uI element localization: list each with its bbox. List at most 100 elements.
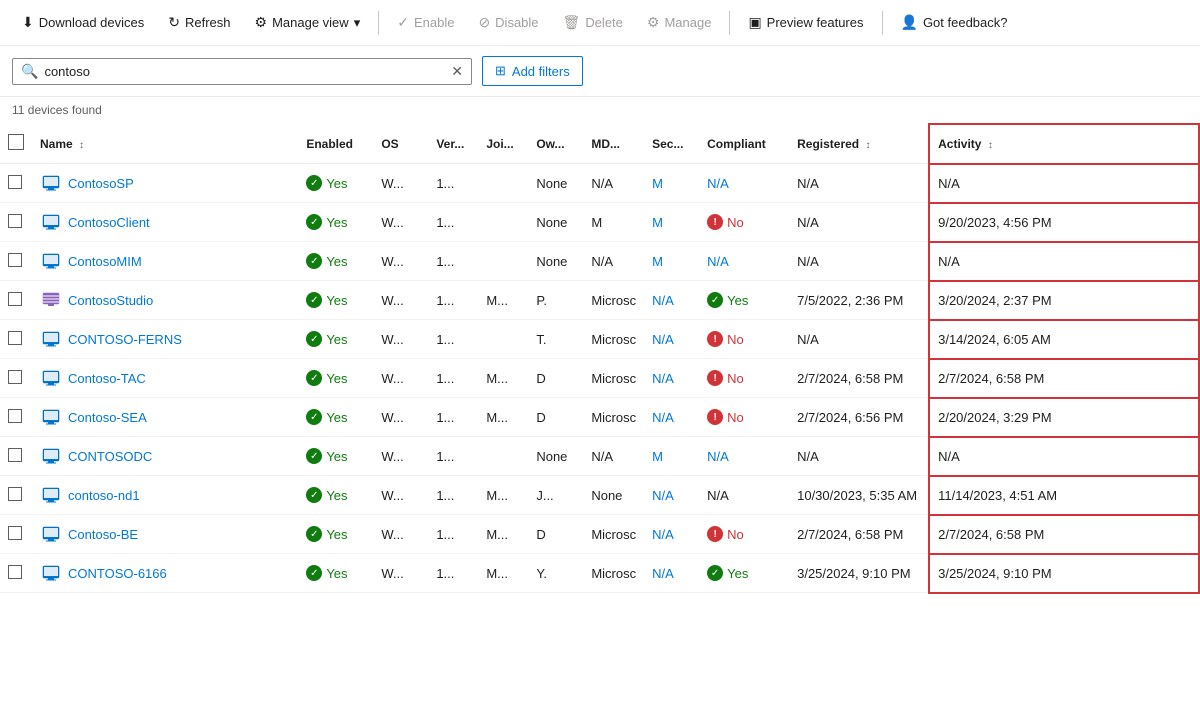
- table-row: CONTOSO-6166 ✓ Yes W... 1... M... Y. Mic…: [0, 554, 1199, 593]
- col-header-activity[interactable]: Activity ↕: [929, 124, 1199, 164]
- disable-button[interactable]: ⊘ Disable: [468, 8, 548, 37]
- compliant-cell: N/A: [699, 242, 789, 281]
- sort-icon-registered: ↕: [865, 140, 870, 151]
- row-checkbox[interactable]: [8, 370, 22, 384]
- device-name-link[interactable]: ContosoMIM: [68, 254, 142, 269]
- row-checkbox-cell: [0, 476, 32, 515]
- registered-cell: 2/7/2024, 6:58 PM: [789, 515, 929, 554]
- chevron-down-icon: ▾: [354, 15, 361, 31]
- os-cell: W...: [373, 164, 428, 203]
- registered-cell: 3/25/2024, 9:10 PM: [789, 554, 929, 593]
- row-checkbox[interactable]: [8, 487, 22, 501]
- row-checkbox[interactable]: [8, 331, 22, 345]
- sec-cell: M: [644, 203, 699, 242]
- registered-cell: N/A: [789, 164, 929, 203]
- device-name-link[interactable]: CONTOSO-6166: [68, 566, 167, 581]
- os-cell: W...: [373, 203, 428, 242]
- device-icon: [40, 329, 62, 349]
- table-row: CONTOSO-FERNS ✓ Yes W... 1... T. Microsc…: [0, 320, 1199, 359]
- enabled-cell: ✓ Yes: [298, 476, 373, 515]
- device-icon: [40, 212, 62, 232]
- feedback-icon: 👤: [901, 14, 918, 31]
- device-name-link[interactable]: ContosoStudio: [68, 293, 153, 308]
- registered-cell: 10/30/2023, 5:35 AM: [789, 476, 929, 515]
- manage-button[interactable]: ⚙ Manage: [637, 8, 722, 37]
- registered-cell: 2/7/2024, 6:56 PM: [789, 398, 929, 437]
- sec-cell: N/A: [644, 281, 699, 320]
- device-name-link[interactable]: CONTOSODC: [68, 449, 152, 464]
- table-row: Contoso-SEA ✓ Yes W... 1... M... D Micro…: [0, 398, 1199, 437]
- row-checkbox-cell: [0, 320, 32, 359]
- row-checkbox[interactable]: [8, 292, 22, 306]
- row-checkbox[interactable]: [8, 409, 22, 423]
- device-name-link[interactable]: ContosoSP: [68, 176, 134, 191]
- own-cell: None: [528, 164, 583, 203]
- manage-view-icon: ⚙: [255, 14, 268, 31]
- separator-2: [729, 11, 730, 35]
- row-checkbox-cell: [0, 554, 32, 593]
- row-checkbox[interactable]: [8, 253, 22, 267]
- row-checkbox-cell: [0, 281, 32, 320]
- ver-cell: 1...: [428, 242, 478, 281]
- col-header-md: MD...: [583, 124, 644, 164]
- md-cell: Microsc: [583, 320, 644, 359]
- device-name-link[interactable]: Contoso-SEA: [68, 410, 147, 425]
- joi-cell: [478, 437, 528, 476]
- md-cell: None: [583, 476, 644, 515]
- activity-cell: 3/25/2024, 9:10 PM: [929, 554, 1199, 593]
- got-feedback-button[interactable]: 👤 Got feedback?: [891, 8, 1018, 37]
- enabled-cell: ✓ Yes: [298, 359, 373, 398]
- os-cell: W...: [373, 554, 428, 593]
- filter-icon: ⊞: [495, 63, 506, 79]
- os-cell: W...: [373, 359, 428, 398]
- joi-cell: [478, 242, 528, 281]
- col-header-name[interactable]: Name ↕: [32, 124, 298, 164]
- add-filters-button[interactable]: ⊞ Add filters: [482, 56, 583, 86]
- device-name-link[interactable]: Contoso-BE: [68, 527, 138, 542]
- search-bar: 🔍 ✕ ⊞ Add filters: [0, 46, 1200, 97]
- search-input[interactable]: [44, 64, 451, 79]
- separator-1: [378, 11, 379, 35]
- sec-cell: N/A: [644, 398, 699, 437]
- delete-button[interactable]: 🗑 Delete: [553, 8, 633, 37]
- table-row: Contoso-TAC ✓ Yes W... 1... M... D Micro…: [0, 359, 1199, 398]
- md-cell: Microsc: [583, 281, 644, 320]
- download-devices-button[interactable]: ⬇ Download devices: [12, 8, 154, 37]
- device-name-link[interactable]: ContosoClient: [68, 215, 150, 230]
- col-header-registered[interactable]: Registered ↕: [789, 124, 929, 164]
- table-row: Contoso-BE ✓ Yes W... 1... M... D Micros…: [0, 515, 1199, 554]
- md-cell: Microsc: [583, 359, 644, 398]
- md-cell: N/A: [583, 437, 644, 476]
- enabled-cell: ✓ Yes: [298, 242, 373, 281]
- row-checkbox[interactable]: [8, 448, 22, 462]
- enable-button[interactable]: ✓ Enable: [387, 8, 464, 37]
- select-all-checkbox[interactable]: [0, 124, 32, 164]
- os-cell: W...: [373, 242, 428, 281]
- refresh-button[interactable]: ↻ Refresh: [158, 8, 240, 37]
- row-checkbox[interactable]: [8, 526, 22, 540]
- row-checkbox[interactable]: [8, 214, 22, 228]
- os-cell: W...: [373, 437, 428, 476]
- clear-search-icon[interactable]: ✕: [451, 63, 463, 80]
- delete-icon: 🗑: [563, 14, 581, 31]
- os-cell: W...: [373, 281, 428, 320]
- joi-cell: M...: [478, 398, 528, 437]
- sec-cell: N/A: [644, 515, 699, 554]
- device-icon: [40, 173, 62, 193]
- device-name-link[interactable]: CONTOSO-FERNS: [68, 332, 182, 347]
- device-name-link[interactable]: Contoso-TAC: [68, 371, 146, 386]
- toolbar: ⬇ Download devices ↻ Refresh ⚙ Manage vi…: [0, 0, 1200, 46]
- activity-cell: N/A: [929, 437, 1199, 476]
- compliant-cell: N/A: [699, 437, 789, 476]
- row-checkbox[interactable]: [8, 175, 22, 189]
- preview-features-button[interactable]: ▣ Preview features: [738, 8, 873, 37]
- sec-cell: N/A: [644, 359, 699, 398]
- manage-view-button[interactable]: ⚙ Manage view ▾: [245, 8, 371, 37]
- md-cell: N/A: [583, 164, 644, 203]
- registered-cell: N/A: [789, 203, 929, 242]
- device-name-link[interactable]: contoso-nd1: [68, 488, 140, 503]
- joi-cell: M...: [478, 359, 528, 398]
- row-checkbox[interactable]: [8, 565, 22, 579]
- device-name-cell: ContosoStudio: [32, 281, 298, 320]
- device-name-cell: ContosoMIM: [32, 242, 298, 281]
